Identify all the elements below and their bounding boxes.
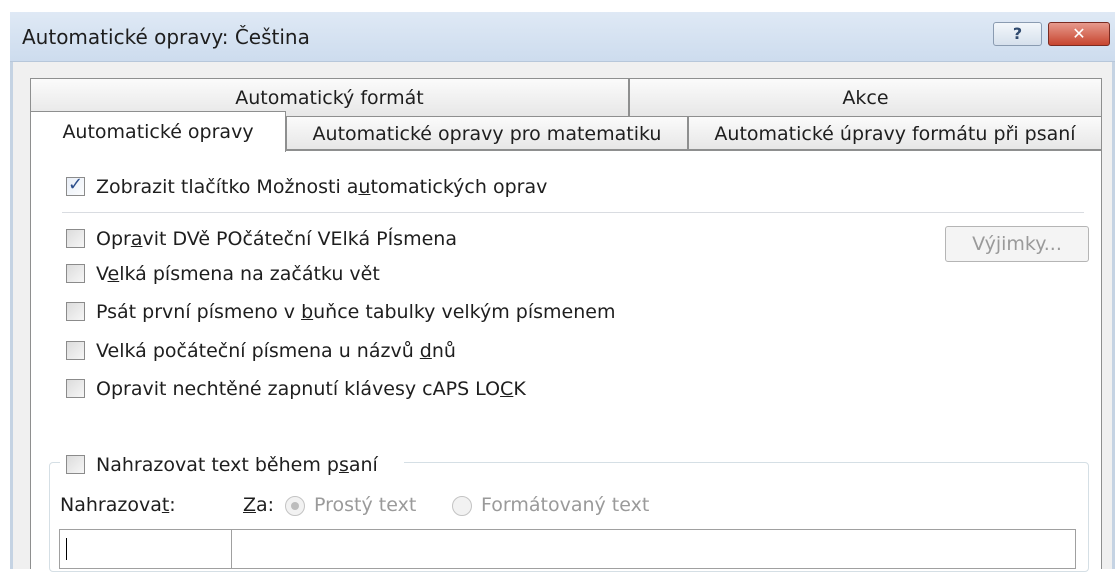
formatted-text-label[interactable]: Formátovaný text [481,494,649,516]
tab-math-autocorrect[interactable]: Automatické opravy pro matematiku [286,116,688,150]
correct-two-initial-capitals-label[interactable]: Opravit DVě POčáteční VElká PÍsmena [96,228,457,250]
replace-label: Nahrazovat: [60,494,176,516]
show-autocorrect-buttons-label[interactable]: Zobrazit tlačítko Možnosti automatických… [96,176,547,198]
tab-autoformat-as-you-type[interactable]: Automatické úpravy formátu při psaní [688,116,1102,150]
tab-autocorrect[interactable]: Automatické opravy [30,111,286,152]
help-icon: ? [1012,24,1023,43]
close-button[interactable]: ✕ [1048,22,1110,46]
window-title: Automatické opravy: Čeština [22,25,310,49]
replace-text-as-you-type-checkbox[interactable] [66,455,85,474]
tab-label: Automatický formát [235,87,424,109]
plain-text-radio[interactable] [285,496,305,516]
tab-label: Akce [842,87,889,109]
help-button[interactable]: ? [993,22,1042,46]
exceptions-button-label: Výjimky... [972,233,1062,255]
separator [62,212,1084,213]
capitalize-sentences-label[interactable]: Velká písmena na začátku vět [96,263,380,285]
text-caret [66,538,67,560]
tab-label: Automatické opravy pro matematiku [312,123,662,145]
plain-text-label[interactable]: Prostý text [314,494,416,516]
capitalize-table-cells-label[interactable]: Psát první písmeno v buňce tabulky velký… [96,301,615,323]
capitalize-day-names-checkbox[interactable] [66,341,85,360]
tab-label: Automatické opravy [62,121,254,143]
tab-label: Automatické úpravy formátu při psaní [714,123,1076,145]
with-input[interactable] [231,529,1076,569]
with-label: Za: [243,494,275,516]
capitalize-sentences-checkbox[interactable] [66,264,85,283]
formatted-text-radio[interactable] [452,496,472,516]
replace-input[interactable] [59,529,232,569]
exceptions-button[interactable]: Výjimky... [945,226,1089,262]
close-icon: ✕ [1072,24,1086,43]
show-autocorrect-buttons-checkbox[interactable] [66,174,85,196]
correct-two-initial-capitals-checkbox[interactable] [66,229,85,248]
correct-caps-lock-checkbox[interactable] [66,379,85,398]
tab-actions[interactable]: Akce [629,78,1102,116]
capitalize-table-cells-checkbox[interactable] [66,302,85,321]
correct-caps-lock-label[interactable]: Opravit nechtěné zapnutí klávesy cAPS LO… [96,378,526,400]
replace-text-as-you-type-label[interactable]: Nahrazovat text během psaní [96,454,378,476]
capitalize-day-names-label[interactable]: Velká počáteční písmena u názvů dnů [96,340,456,362]
